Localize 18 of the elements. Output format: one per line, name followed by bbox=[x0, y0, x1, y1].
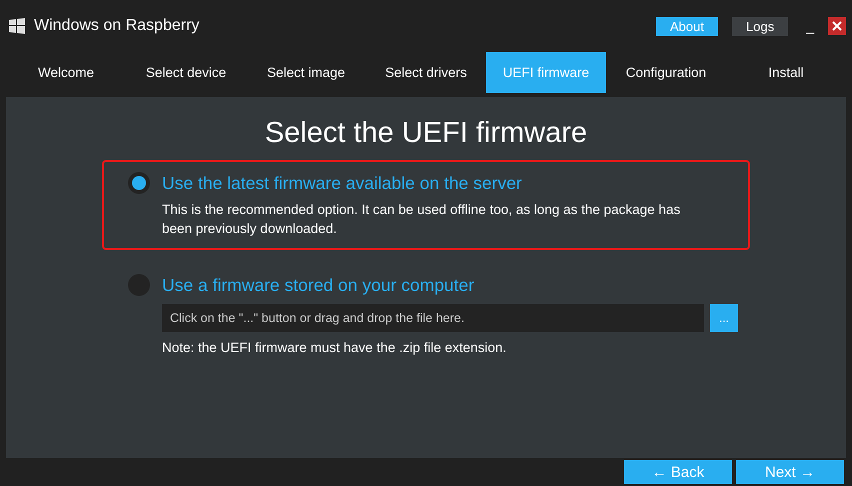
page-heading: Select the UEFI firmware bbox=[264, 117, 588, 150]
note-text: Note: the UEFI firmware must have the .zip file extension. bbox=[162, 339, 508, 357]
option-label[interactable]: Use a firmware stored on your computer bbox=[162, 274, 474, 296]
option-description: This is the recommended option. It can be used offline too, as long as the package has been previously downloaded. bbox=[162, 201, 682, 238]
tab[interactable]: Select image bbox=[246, 52, 366, 93]
radio-button[interactable] bbox=[128, 274, 150, 296]
tab[interactable]: Install bbox=[726, 52, 846, 93]
tab[interactable]: Welcome bbox=[6, 52, 126, 93]
tab[interactable]: Select drivers bbox=[366, 52, 486, 93]
minimize-button[interactable]: _ bbox=[806, 18, 814, 34]
title-bar-button[interactable]: Logs bbox=[732, 16, 788, 36]
window-title: Windows on Raspberry bbox=[34, 17, 200, 35]
file-path-field[interactable]: Click on the "..." button or drag and drop the file here. bbox=[162, 304, 704, 332]
tab[interactable]: Select device bbox=[126, 52, 246, 93]
tab[interactable]: Configuration bbox=[606, 52, 726, 93]
option-label[interactable]: Use the latest firmware available on the server bbox=[162, 172, 522, 194]
logo-icon bbox=[8, 17, 26, 35]
radio-button[interactable] bbox=[128, 172, 150, 194]
